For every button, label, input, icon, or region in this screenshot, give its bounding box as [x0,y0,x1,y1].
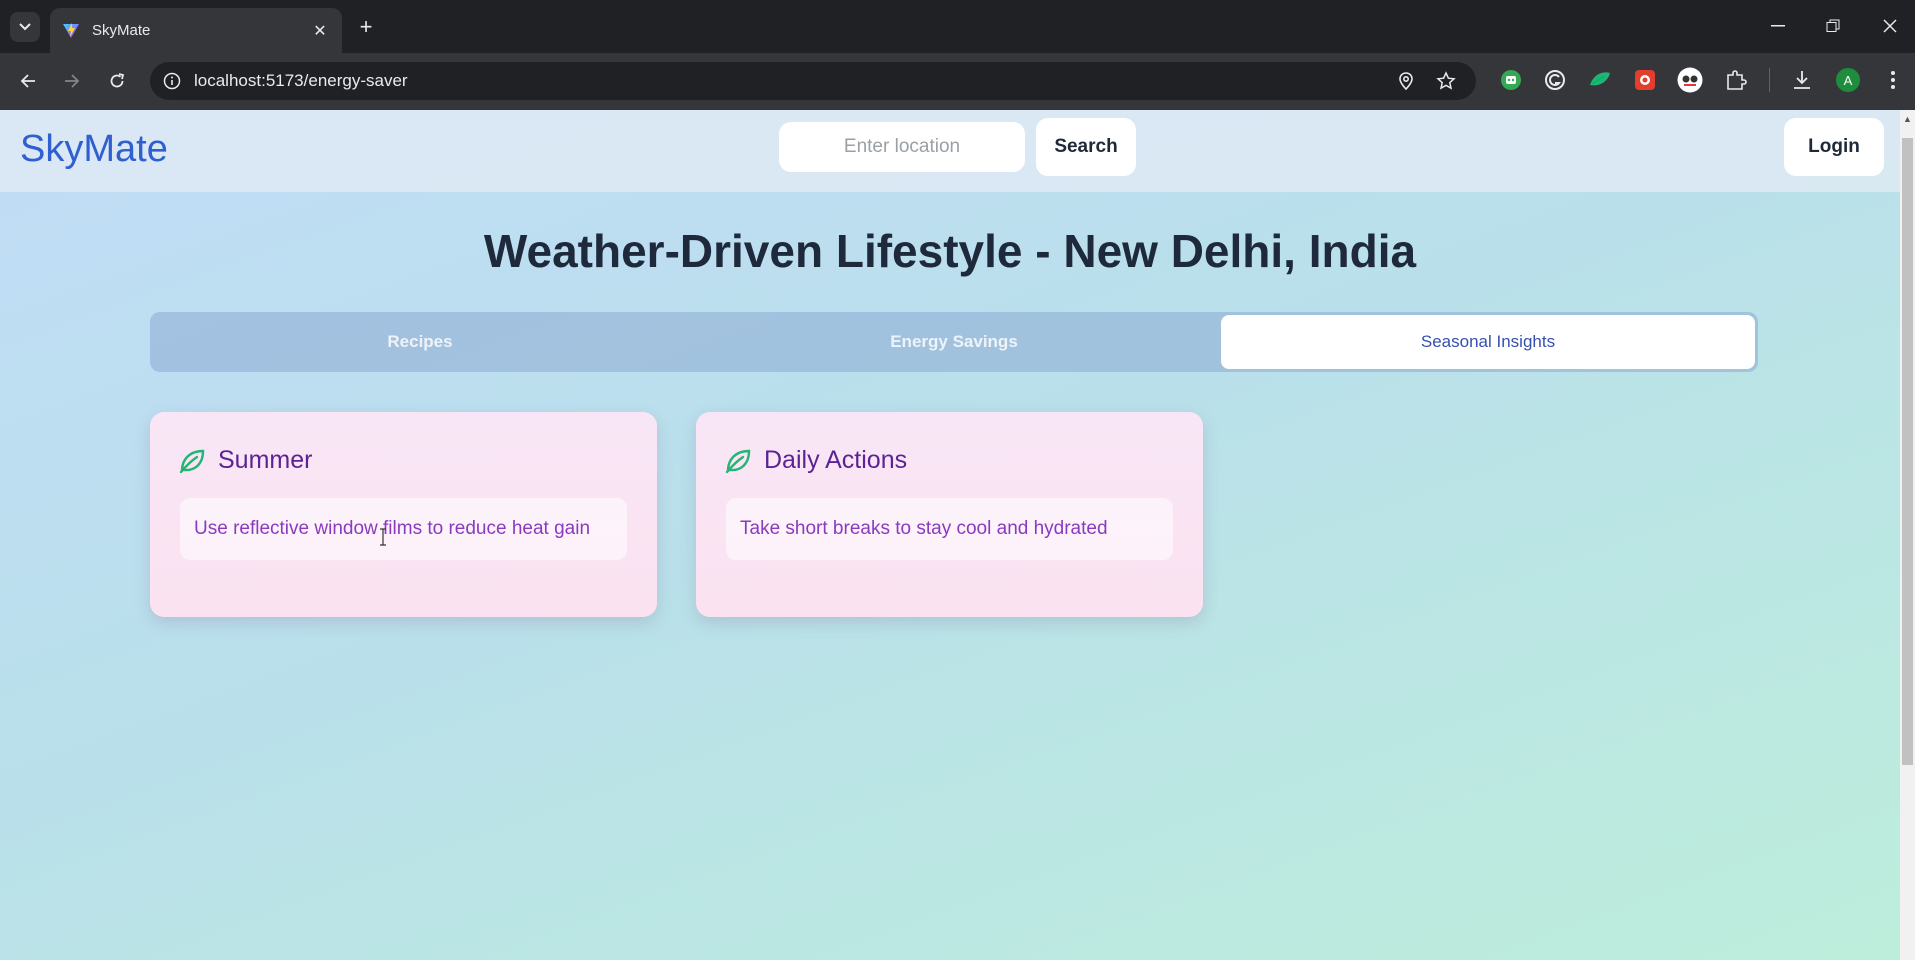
restore-button[interactable] [1813,10,1853,42]
extension-robot-icon[interactable] [1498,67,1524,93]
browser-tab-title: SkyMate [92,22,151,39]
leaf-icon [725,449,751,473]
extension-red-icon[interactable] [1632,67,1658,93]
tab-seasonal-insights[interactable]: Seasonal Insights [1221,315,1755,369]
browser-toolbar: localhost:5173/energy-saver [0,53,1915,110]
reload-icon [110,73,125,88]
scrollbar-thumb[interactable] [1902,138,1913,765]
address-bar[interactable]: localhost:5173/energy-saver [150,62,1476,100]
arrow-left-icon [20,74,35,88]
close-tab-icon[interactable]: ✕ [310,21,330,41]
close-icon [1883,19,1897,33]
insight-card-daily-actions: Daily Actions Take short breaks to stay … [696,412,1203,617]
toolbar-divider [1769,68,1770,92]
card-tip: Use reflective window films to reduce he… [180,498,627,560]
tab-recipes[interactable]: Recipes [153,315,687,369]
page-scrollbar[interactable]: ▲ [1900,110,1915,960]
insight-card-summer: Summer Use reflective window films to re… [150,412,657,617]
profile-avatar[interactable]: A [1835,67,1861,93]
browser-tab[interactable]: SkyMate ✕ [50,8,342,53]
back-button[interactable] [14,67,42,95]
downloads-icon[interactable] [1789,67,1815,93]
restore-icon [1826,19,1840,32]
minimize-button[interactable] [1758,10,1798,42]
vite-favicon-icon [63,22,79,38]
extensions-puzzle-icon[interactable] [1723,67,1749,93]
card-header: Daily Actions [724,446,907,475]
login-button[interactable]: Login [1784,118,1884,176]
card-title: Daily Actions [764,446,908,474]
close-window-button[interactable] [1870,10,1910,42]
page-viewport: SkyMate Search Login Weather-Driven Life… [0,110,1915,960]
chevron-down-icon [19,23,31,31]
new-tab-button[interactable]: + [352,13,380,41]
extension-leaf-icon[interactable] [1587,67,1613,93]
search-button[interactable]: Search [1036,118,1136,176]
site-info-icon[interactable] [150,72,194,90]
browser-tabstrip: SkyMate ✕ + [0,0,1915,53]
reload-button[interactable] [103,67,131,95]
browser-menu-icon[interactable] [1880,67,1906,93]
tab-search-button[interactable] [10,12,40,42]
location-pin-icon[interactable] [1396,71,1416,91]
arrow-right-icon [65,74,80,88]
text-cursor-icon [380,528,386,546]
profile-initial: A [1836,68,1860,92]
minimize-icon [1771,25,1785,27]
extension-grammarly-icon[interactable] [1542,67,1568,93]
location-search-input[interactable] [779,122,1025,172]
card-tip: Take short breaks to stay cool and hydra… [726,498,1173,560]
leaf-icon [179,449,205,473]
brand-logo[interactable]: SkyMate [20,128,168,171]
extension-avatar-icon[interactable] [1677,67,1703,93]
url-text: localhost:5173/energy-saver [194,71,408,90]
lifestyle-tabs: Recipes Energy Savings Seasonal Insights [150,312,1758,372]
scroll-up-arrow-icon[interactable]: ▲ [1902,114,1913,126]
bookmark-star-icon[interactable] [1436,71,1456,91]
card-title: Summer [218,446,313,474]
forward-button[interactable] [58,67,86,95]
tab-energy-savings[interactable]: Energy Savings [687,315,1221,369]
page-title: Weather-Driven Lifestyle - New Delhi, In… [483,225,1417,277]
app-header: SkyMate Search Login [0,110,1900,192]
card-header: Summer [178,446,312,475]
